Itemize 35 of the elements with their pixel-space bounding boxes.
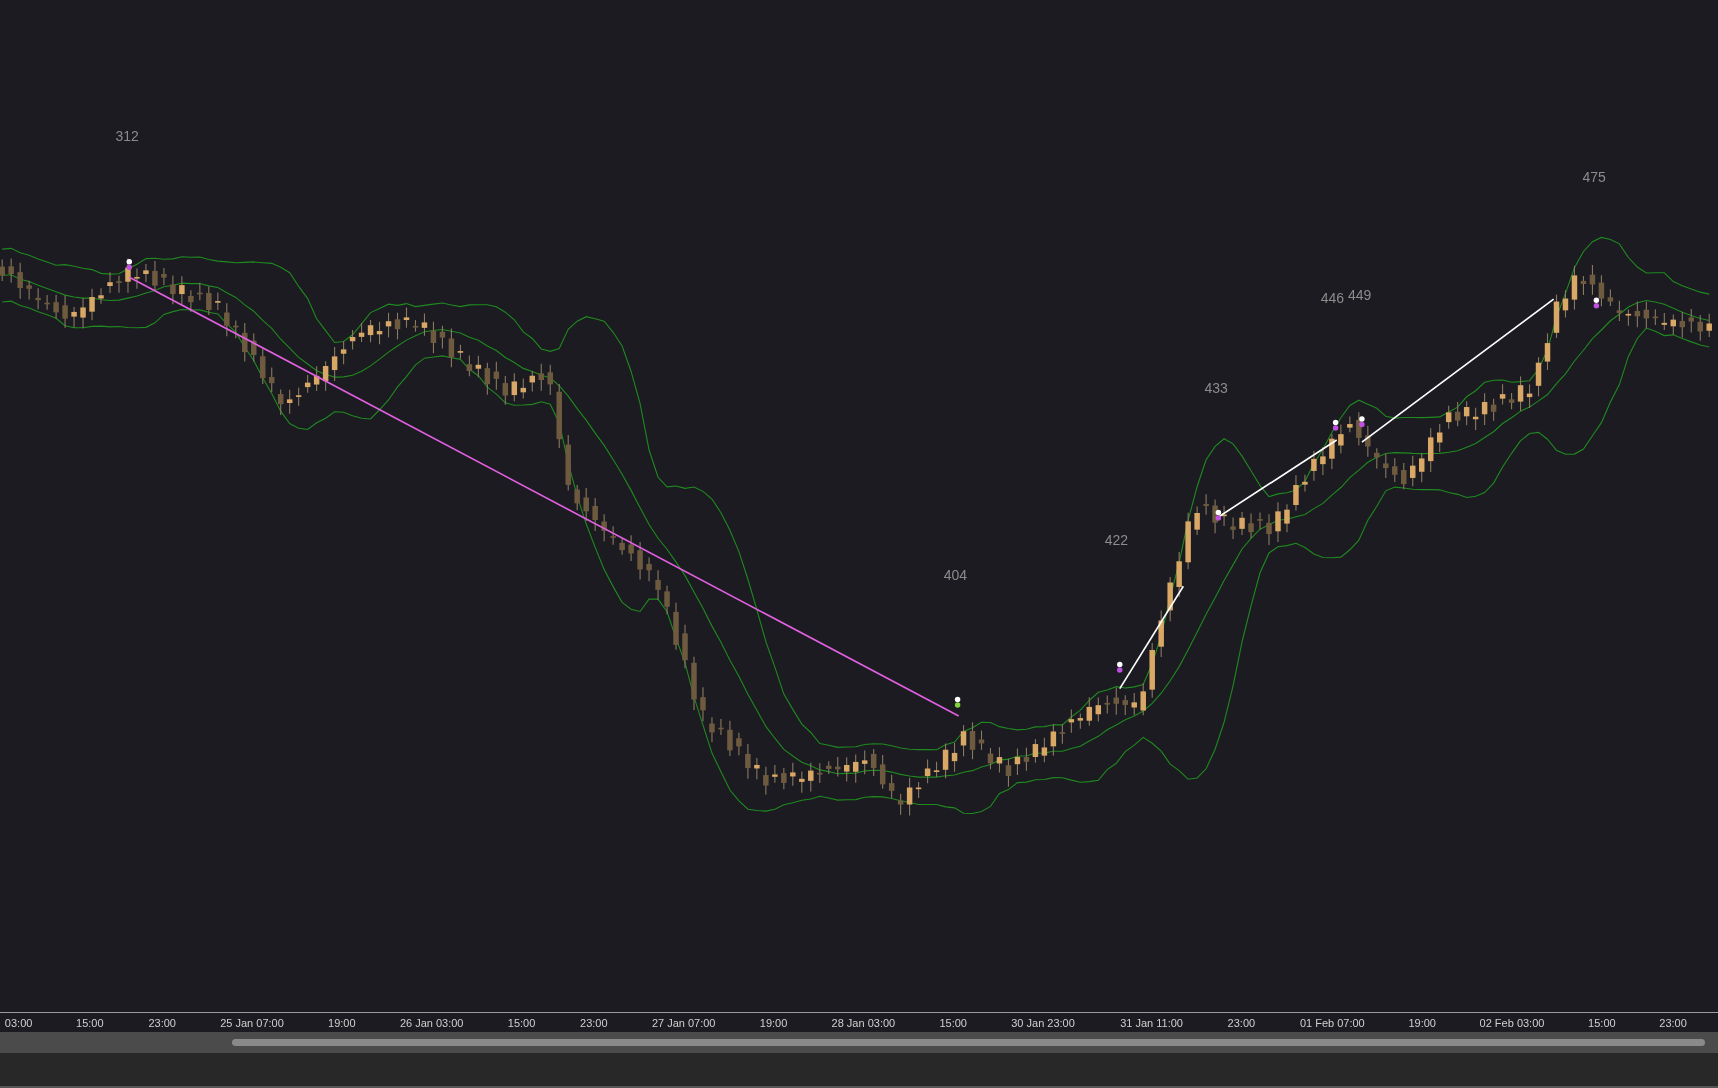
signal-marker-icon [1332, 419, 1339, 431]
time-label: 31 Jan 11:00 [1120, 1016, 1183, 1031]
time-label: 30 Jan 23:00 [1011, 1016, 1075, 1031]
price-label: 422 [1104, 530, 1129, 550]
time-label: 15:00 [76, 1016, 104, 1031]
time-label: 23:00 [580, 1016, 608, 1031]
time-label: 27 Jan 07:00 [651, 1016, 716, 1031]
time-label: 19:00 [1408, 1016, 1436, 1031]
time-label: 23:00 [1659, 1016, 1687, 1031]
time-label: 23:00 [148, 1016, 176, 1031]
signal-marker-icon [1117, 661, 1123, 673]
time-label: 23:00 [1227, 1016, 1256, 1031]
time-label: 01 Feb 07:00 [1299, 1016, 1365, 1031]
time-label: 02 Feb 03:00 [1479, 1016, 1545, 1031]
time-label: 15:00 [1588, 1016, 1616, 1031]
time-label: 26 Jan 03:00 [399, 1016, 464, 1031]
time-label: 19:00 [759, 1016, 788, 1031]
time-label: 19:00 [328, 1016, 356, 1031]
price-label: 404 [943, 566, 968, 586]
signal-marker-icon [126, 259, 133, 271]
signal-marker-icon [954, 696, 961, 708]
price-label: 449 [1348, 285, 1372, 305]
signal-marker-icon [1215, 509, 1222, 521]
scrollbar-thumb[interactable] [232, 1039, 1705, 1046]
price-label: 475 [1582, 167, 1606, 187]
signal-marker-icon [1359, 416, 1365, 428]
price-label: 433 [1204, 379, 1228, 399]
time-label: 03:00 [4, 1016, 33, 1031]
signal-marker-icon [1593, 297, 1600, 309]
time-label: 28 Jan 03:00 [831, 1016, 896, 1031]
time-label: 25 Jan 07:00 [220, 1016, 284, 1031]
time-label: 15:00 [939, 1016, 967, 1031]
price-label: 312 [115, 127, 139, 147]
time-label: 15:00 [507, 1016, 536, 1031]
price-label: 446 [1320, 288, 1344, 308]
